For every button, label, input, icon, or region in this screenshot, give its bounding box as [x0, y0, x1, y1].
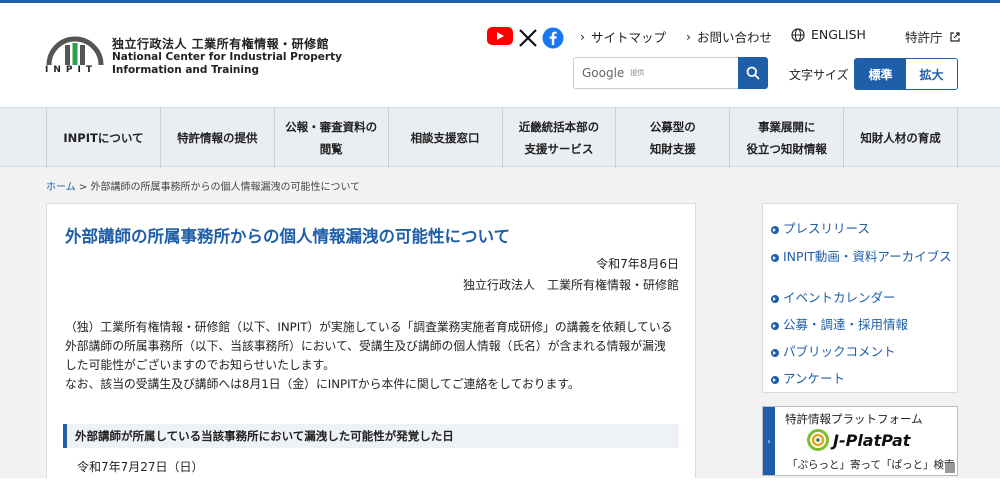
sidebar-item-procurement[interactable]: 公募・調達・採用情報: [771, 318, 953, 332]
bullet-arrow-icon: [771, 349, 779, 357]
article-org: 独立行政法人 工業所有権情報・研修館: [462, 278, 679, 292]
nav-item-hr-training[interactable]: 知財人材の育成: [844, 108, 958, 168]
article-body: （独）工業所有権情報・研修館（以下、INPIT）が実施している「調査業務実施者育…: [65, 318, 677, 394]
nav-item-consultation[interactable]: 相談支援窓口: [389, 108, 503, 168]
org-name: 独立行政法人 工業所有権情報・研修館: [112, 37, 330, 51]
article-panel: 外部講師の所属事務所からの個人情報漏洩の可能性について 令和7年8月6日 独立行…: [46, 203, 696, 485]
bullet-arrow-icon: [771, 295, 779, 303]
bullet-arrow-icon: [771, 254, 779, 262]
nav-item-gazette[interactable]: 公報・審査資料の 閲覧: [275, 108, 389, 168]
chevron-right-icon: ›: [580, 29, 585, 44]
jplatpat-logo-icon: [807, 429, 829, 451]
article-date: 令和7年8月6日: [596, 257, 679, 271]
globe-icon: [791, 27, 805, 42]
external-link-icon: [949, 31, 960, 42]
breadcrumb: ホーム > 外部講師の所属事務所からの個人情報漏洩の可能性について: [46, 182, 361, 193]
org-abbreviation: INPIT: [45, 65, 97, 75]
contact-link[interactable]: › お問い合わせ: [686, 27, 772, 46]
banner-corner: [945, 463, 955, 473]
sidebar-item-survey[interactable]: アンケート: [771, 372, 953, 386]
nav-item-kinki[interactable]: 近畿統括本部の 支援サービス: [503, 108, 617, 168]
breadcrumb-current: 外部講師の所属事務所からの個人情報漏洩の可能性について: [90, 182, 361, 193]
nav-item-patent-info[interactable]: 特許情報の提供: [161, 108, 275, 168]
jplatpat-logo: J-PlatPat: [807, 429, 910, 451]
sidebar-item-event-calendar[interactable]: イベントカレンダー: [771, 291, 953, 305]
search-button[interactable]: [738, 57, 768, 89]
facebook-icon[interactable]: [542, 27, 564, 49]
banner-title: 特許情報プラットフォーム: [785, 412, 923, 426]
global-nav: INPITについて 特許情報の提供 公報・審査資料の 閲覧 相談支援窓口 近畿統括…: [0, 107, 1000, 168]
article-paragraph-1: （独）工業所有権情報・研修館（以下、INPIT）が実施している「調査業務実施者育…: [65, 320, 673, 372]
x-icon[interactable]: [517, 27, 539, 49]
breadcrumb-home[interactable]: ホーム: [46, 182, 76, 193]
english-link[interactable]: ENGLISH: [791, 27, 866, 42]
article-paragraph-2: なお、該当の受講生及び講師へは8月1日（金）にINPITから本件に関してご連絡を…: [65, 377, 580, 391]
section-heading: 外部講師が所属している当該事務所において漏洩した可能性が発覚した日: [63, 424, 679, 448]
nav-item-about[interactable]: INPITについて: [47, 108, 161, 168]
sidebar-item-press-release[interactable]: プレスリリース: [771, 222, 953, 236]
search-icon: [746, 66, 760, 80]
bullet-arrow-icon: [771, 226, 779, 234]
font-size-label: 文字サイズ: [789, 68, 849, 82]
sidebar-item-archives[interactable]: INPIT動画・資料アーカイブス: [771, 250, 953, 264]
sidebar-item-public-comment[interactable]: パブリックコメント: [771, 345, 953, 359]
bullet-arrow-icon: [771, 322, 779, 330]
nav-item-public-support[interactable]: 公募型の 知財支援: [616, 108, 731, 168]
page-title: 外部講師の所属事務所からの個人情報漏洩の可能性について: [65, 227, 511, 246]
section-text: 令和7年7月27日（日）: [77, 460, 204, 474]
site-header: 独立行政法人 工業所有権情報・研修館 National Center for I…: [0, 3, 1000, 107]
sitemap-link[interactable]: › サイトマップ: [580, 27, 666, 46]
nav-item-business-info[interactable]: 事業展開に 役立つ知財情報: [730, 108, 845, 168]
jplatpat-banner[interactable]: › 特許情報プラットフォーム J-PlatPat 「ぷらっと」寄って「ぱっと」検…: [762, 406, 958, 476]
chevron-right-icon: ›: [686, 29, 691, 44]
font-size-normal-button[interactable]: 標準: [855, 59, 906, 89]
font-size-large-button[interactable]: 拡大: [906, 59, 957, 89]
bottom-strip: [0, 478, 1000, 485]
font-size-toggle: 標準 拡大: [854, 58, 958, 90]
org-name-english: National Center for Industrial Property …: [112, 51, 342, 76]
bullet-arrow-icon: [771, 376, 779, 384]
jpo-link[interactable]: 特許庁: [905, 27, 961, 46]
sidebar-links: プレスリリース INPIT動画・資料アーカイブス イベントカレンダー 公募・調達…: [762, 203, 958, 393]
youtube-icon[interactable]: [487, 26, 513, 46]
banner-tab: ›: [763, 407, 775, 475]
banner-tagline: 「ぷらっと」寄って「ぱっと」検索: [787, 459, 955, 471]
